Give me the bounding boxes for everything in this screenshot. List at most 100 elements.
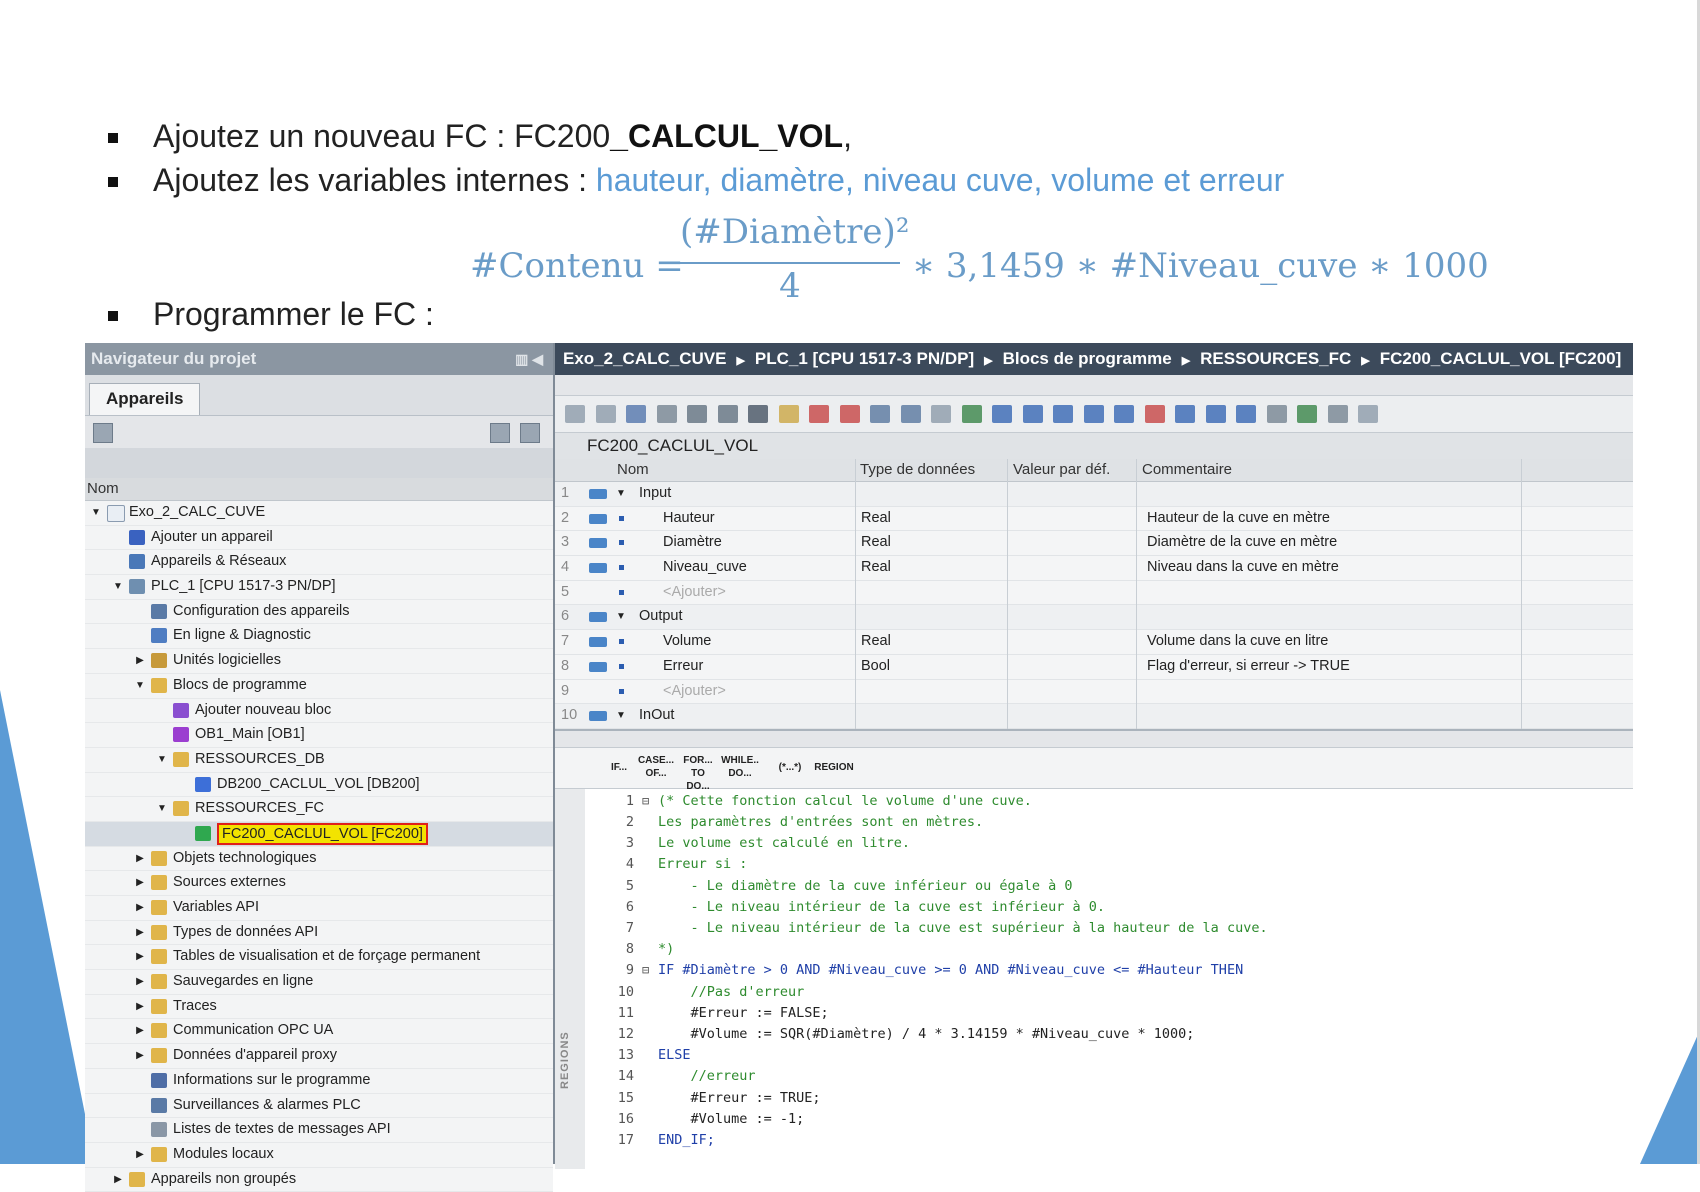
code-template-button[interactable]: FOR... TO DO... — [679, 754, 717, 793]
interface-row[interactable]: 4 Niveau_cuve Real Niveau dans la cuve en m… — [555, 556, 1633, 581]
tree-item[interactable]: ▼ RESSOURCES_FC — [85, 797, 553, 822]
fold-toggle-icon[interactable]: ⊟ — [642, 960, 649, 981]
toolbar-button-icon[interactable] — [1083, 405, 1104, 423]
chevron-down-icon[interactable]: ▼ — [616, 605, 626, 629]
breadcrumb-item[interactable]: PLC_1 [CPU 1517-3 PN/DP] — [755, 349, 974, 368]
chevron-right-icon[interactable]: ▶ — [133, 970, 147, 994]
chevron-down-icon[interactable]: ▼ — [89, 501, 103, 525]
chevron-right-icon[interactable]: ▶ — [133, 995, 147, 1019]
chevron-down-icon[interactable]: ▼ — [155, 797, 169, 821]
code-line[interactable]: 17 END_IF; — [555, 1130, 1633, 1151]
tree-item[interactable]: ▼ Blocs de programme — [85, 674, 553, 699]
toolbar-button-icon[interactable] — [1053, 405, 1073, 423]
interface-row[interactable]: 5 <Ajouter> — [555, 581, 1633, 606]
tree-item[interactable]: ▶ Sources externes — [85, 871, 553, 896]
toolbar-button-icon[interactable] — [748, 405, 768, 423]
tree-item[interactable]: ▶ Unités logicielles — [85, 649, 553, 674]
col-nom[interactable]: Nom — [617, 459, 649, 481]
code-line[interactable]: 9 ⊟ IF #Diamètre > 0 AND #Niveau_cuve >= 0… — [555, 960, 1633, 981]
code-template-button[interactable]: CASE... OF... — [637, 754, 675, 780]
tree-item[interactable]: ▶ Traces — [85, 995, 553, 1020]
tree-item[interactable]: OB1_Main [OB1] — [85, 723, 553, 748]
chevron-down-icon[interactable]: ▼ — [111, 575, 125, 599]
chevron-right-icon[interactable]: ▶ — [133, 649, 147, 673]
breadcrumb-item[interactable]: Exo_2_CALC_CUVE — [563, 349, 726, 368]
toolbar-button-icon[interactable] — [1236, 405, 1256, 423]
toolbar-button-icon[interactable] — [778, 405, 799, 423]
toolbar-button-icon[interactable] — [1114, 405, 1134, 423]
breadcrumb-item[interactable]: FC200_CACLUL_VOL [FC200] — [1380, 349, 1622, 368]
tree-item[interactable]: Configuration des appareils — [85, 600, 553, 625]
interface-row[interactable]: 9 <Ajouter> — [555, 680, 1633, 705]
chevron-right-icon[interactable]: ▶ — [133, 921, 147, 945]
toolbar-button-icon[interactable] — [626, 405, 646, 423]
chevron-right-icon[interactable]: ▶ — [133, 871, 147, 895]
toolbar-button-icon[interactable] — [931, 405, 951, 423]
interface-row[interactable]: 1 ▼ Input — [555, 482, 1633, 507]
chevron-down-icon[interactable]: ▼ — [155, 748, 169, 772]
toolbar-button-icon[interactable] — [1205, 405, 1226, 423]
chevron-right-icon[interactable]: ▶ — [133, 896, 147, 920]
code-line[interactable]: 16 #Volume := -1; — [555, 1109, 1633, 1130]
interface-row[interactable]: 10 ▼ InOut — [555, 704, 1633, 729]
interface-row[interactable]: 8 Erreur Bool Flag d'erreur, si erreur -> T… — [555, 655, 1633, 680]
interface-row[interactable]: 6 ▼ Output — [555, 605, 1633, 631]
toolbar-button-icon[interactable] — [1358, 405, 1378, 423]
toolbar-button-icon[interactable] — [1297, 405, 1317, 423]
code-line[interactable]: 10 //Pas d'erreur — [555, 982, 1633, 1003]
interface-row[interactable]: 2 Hauteur Real Hauteur de la cuve en mètre — [555, 507, 1633, 532]
properties-icon[interactable] — [93, 423, 113, 443]
tree-item[interactable]: ▶ Variables API — [85, 896, 553, 921]
tree-item[interactable]: Ajouter nouveau bloc — [85, 699, 553, 724]
code-line[interactable]: 15 #Erreur := TRUE; — [555, 1088, 1633, 1109]
breadcrumb-item[interactable]: Blocs de programme — [1003, 349, 1172, 368]
toolbar-button-icon[interactable] — [900, 405, 921, 423]
toolbar-button-icon[interactable] — [961, 405, 982, 423]
tree-item[interactable]: ▶ Sauvegardes en ligne — [85, 970, 553, 995]
tree-item[interactable]: ▶ Communication OPC UA — [85, 1019, 553, 1045]
toolbar-button-icon[interactable] — [1144, 405, 1165, 423]
code-line[interactable]: 5 - Le diamètre de la cuve inférieur ou … — [555, 876, 1633, 897]
tree-item[interactable]: Surveillances & alarmes PLC — [85, 1094, 553, 1119]
toolbar-button-icon[interactable] — [1266, 405, 1287, 423]
chevron-right-icon[interactable]: ▶ — [133, 945, 147, 969]
tree-item[interactable]: ▶ Tables de visualisation et de forçage p… — [85, 945, 553, 971]
tab-appareils[interactable]: Appareils — [89, 383, 201, 416]
chevron-down-icon[interactable]: ▼ — [616, 482, 626, 506]
chevron-right-icon[interactable]: ▶ — [133, 847, 147, 871]
code-line[interactable]: 11 #Erreur := FALSE; — [555, 1003, 1633, 1024]
toolbar-button-icon[interactable] — [809, 405, 829, 423]
toolbar-button-icon[interactable] — [1175, 405, 1195, 423]
tree-item[interactable]: ▼ Exo_2_CALC_CUVE — [85, 501, 553, 526]
toolbar-button-icon[interactable] — [595, 405, 616, 423]
tree-item[interactable]: FC200_CACLUL_VOL [FC200] — [85, 821, 553, 847]
chevron-right-icon[interactable]: ▶ — [111, 1168, 125, 1192]
code-line[interactable]: 12 #Volume := SQR(#Diamètre) / 4 * 3.141… — [555, 1024, 1633, 1045]
tree-item[interactable]: ▼ RESSOURCES_DB — [85, 748, 553, 773]
toolbar-button-icon[interactable] — [870, 405, 890, 423]
col-type[interactable]: Type de données — [860, 459, 975, 481]
code-line[interactable]: 13 ELSE — [555, 1045, 1633, 1066]
code-line[interactable]: 6 - Le niveau intérieur de la cuve est i… — [555, 897, 1633, 918]
chevron-right-icon[interactable]: ▶ — [133, 1044, 147, 1068]
view-icon[interactable] — [490, 423, 510, 443]
code-template-button[interactable]: (*...*) — [771, 761, 809, 774]
code-line[interactable]: 2 Les paramètres d'entrées sont en mètres… — [555, 812, 1633, 833]
tree-item[interactable]: Ajouter un appareil — [85, 526, 553, 551]
tree-item[interactable]: En ligne & Diagnostic — [85, 624, 553, 650]
interface-row[interactable]: 3 Diamètre Real Diamètre de la cuve en mètr… — [555, 531, 1633, 557]
toolbar-button-icon[interactable] — [992, 405, 1012, 423]
scl-code-editor[interactable]: REGIONS 1 ⊟ (* Cette fonction calcul le vo… — [555, 788, 1633, 1169]
chevron-right-icon[interactable]: ▶ — [133, 1019, 147, 1043]
chevron-right-icon[interactable]: ▶ — [133, 1143, 147, 1167]
tree-item[interactable]: ▼ PLC_1 [CPU 1517-3 PN/DP] — [85, 575, 553, 600]
toolbar-button-icon[interactable] — [656, 405, 677, 423]
collapse-icon[interactable]: ▥ ◀ — [515, 343, 543, 375]
add-icon[interactable] — [520, 423, 540, 443]
code-line[interactable]: 4 Erreur si : — [555, 854, 1633, 875]
col-default[interactable]: Valeur par déf. — [1013, 459, 1110, 481]
tree-item[interactable]: ▶ Appareils non groupés — [85, 1168, 553, 1192]
toolbar-button-icon[interactable] — [1327, 405, 1348, 423]
pane-splitter[interactable] — [555, 728, 1633, 748]
toolbar-button-icon[interactable] — [1022, 405, 1043, 423]
